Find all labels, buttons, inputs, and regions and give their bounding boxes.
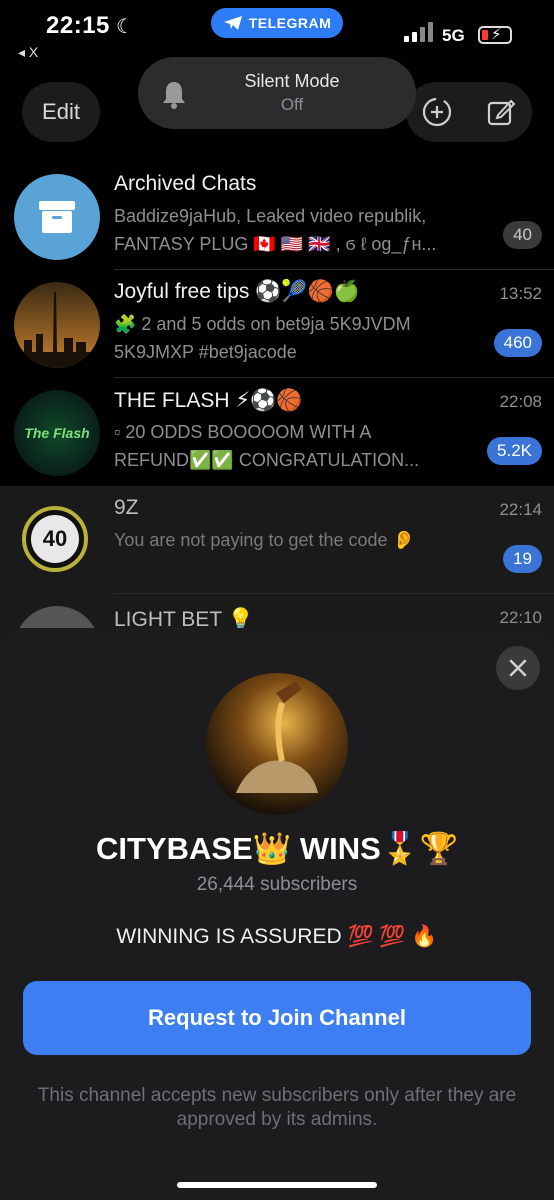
channel-description: WINNING IS ASSURED 💯 💯 🔥: [116, 925, 438, 948]
moon-icon: ☾: [116, 16, 134, 38]
silent-mode-state: Off: [280, 95, 304, 114]
request-to-join-button[interactable]: Request to Join Channel: [23, 981, 531, 1055]
new-story-button[interactable]: [420, 95, 454, 129]
chat-row-joyful[interactable]: Joyful free tips ⚽🎾🏀🍏 13:52 🧩 2 and 5 od…: [0, 270, 554, 378]
channel-avatar: [206, 673, 348, 815]
telegram-pill-label: TELEGRAM: [248, 15, 332, 31]
chat-row-archived[interactable]: Archived Chats Baddize9jaHub, Leaked vid…: [0, 162, 554, 270]
archive-avatar: [14, 174, 100, 260]
header-actions: [406, 82, 532, 142]
chat-time: 13:52: [499, 284, 542, 303]
chat-name: 9Z: [114, 496, 139, 519]
edit-button[interactable]: Edit: [22, 82, 100, 142]
silent-mode-banner: Silent Mode Off: [138, 57, 416, 129]
close-button[interactable]: [496, 646, 540, 690]
channel-title: CITYBASE👑 WINS🎖️🏆: [95, 831, 459, 866]
silent-mode-title: Silent Mode: [244, 71, 340, 91]
city-skyline-image: [14, 292, 100, 368]
approval-note: This channel accepts new subscribers onl…: [37, 1085, 517, 1130]
chat-row-9z[interactable]: 40 9Z 22:14 You are not paying to get th…: [0, 486, 554, 594]
subscriber-count: 26,444 subscribers: [196, 874, 358, 895]
chat-name: Archived Chats: [114, 172, 257, 195]
channel-photo: [236, 681, 318, 793]
network-label: 5G: [442, 26, 465, 45]
chat-preview: ▫ 20 ODDS BOOOOOM WITH A REFUND✅✅ CONGRA…: [114, 422, 420, 470]
unread-badge: 40: [503, 221, 542, 249]
the-flash-avatar: The Flash: [14, 390, 100, 476]
chat-preview: 🧩 2 and 5 odds on bet9ja 5K9JVDM 5K9JMXP…: [114, 314, 411, 362]
chat-time: 22:14: [499, 500, 542, 519]
signal-icon: [404, 20, 436, 42]
send-plane-icon: [223, 16, 242, 30]
compose-button[interactable]: [484, 95, 518, 129]
archive-box-icon: [39, 201, 75, 233]
close-icon: [509, 659, 527, 677]
unread-badge: 460: [493, 329, 542, 357]
battery-icon: ⚡: [478, 26, 512, 44]
status-time: 22:15: [46, 12, 110, 39]
back-to-app-link[interactable]: ◂ X: [18, 44, 38, 61]
9z-avatar: 40: [22, 506, 88, 572]
unread-badge: 19: [503, 545, 542, 573]
unread-badge: 5.2K: [487, 437, 542, 465]
joyful-avatar: [14, 282, 100, 368]
compose-icon: [487, 99, 516, 126]
9z-logo: 40: [31, 515, 79, 563]
telegram-pill[interactable]: TELEGRAM: [211, 8, 343, 38]
chat-name: THE FLASH ⚡⚽🏀: [114, 389, 303, 412]
chat-preview: Baddize9jaHub, Leaked video republik, FA…: [114, 206, 437, 254]
chat-row-the-flash[interactable]: The Flash THE FLASH ⚡⚽🏀 22:08 ▫ 20 ODDS …: [0, 378, 554, 486]
chat-time: 22:10: [499, 608, 542, 627]
add-story-icon: [422, 97, 452, 127]
chat-preview: You are not paying to get the code 👂: [114, 530, 415, 550]
home-indicator[interactable]: [177, 1182, 377, 1188]
chat-name: Joyful free tips ⚽🎾🏀🍏: [114, 280, 360, 303]
the-flash-logo: The Flash: [24, 425, 90, 441]
chat-time: 22:08: [499, 392, 542, 411]
